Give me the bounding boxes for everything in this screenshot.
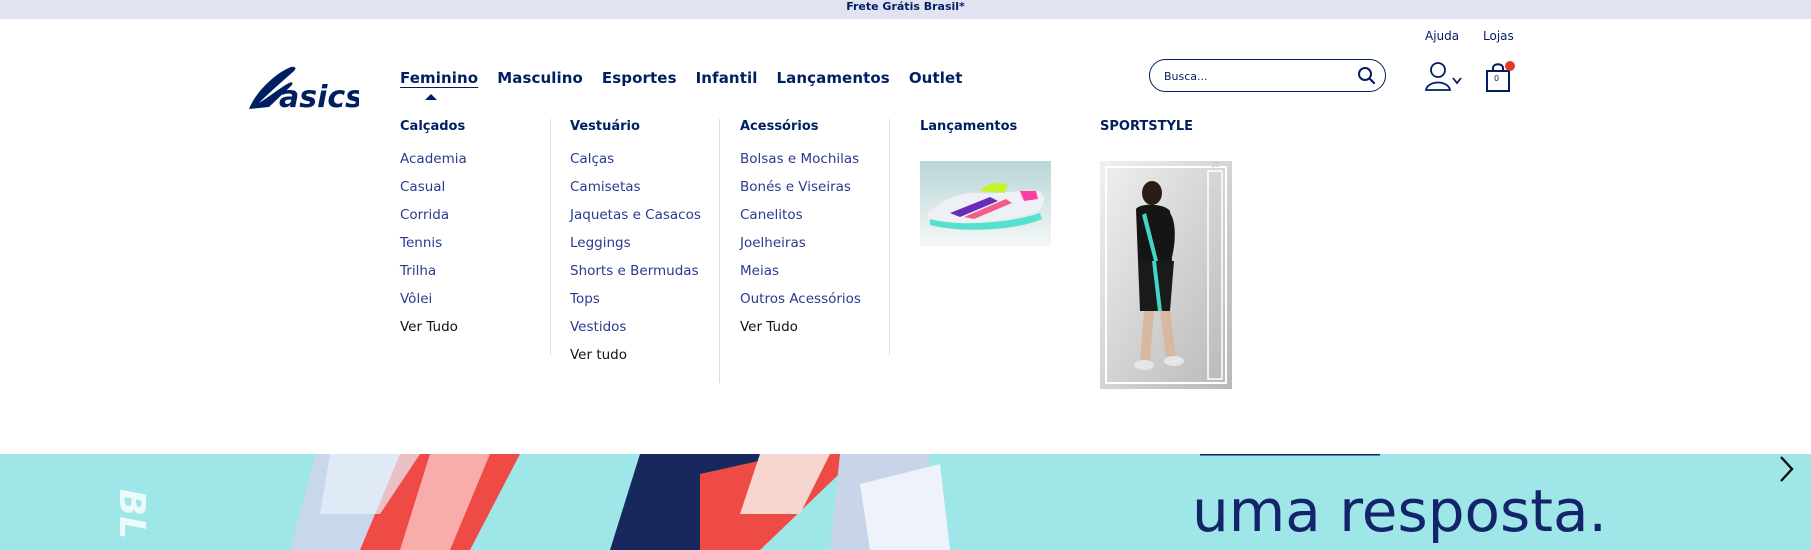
- menu-column-acessorios: Acessórios Bolsas e Mochilas Bonés e Vis…: [740, 119, 861, 346]
- site-header: asics Feminino Masculino Esportes Infant…: [0, 19, 1811, 454]
- chevron-down-icon: [1452, 77, 1462, 85]
- menu-link-vestidos[interactable]: Vestidos: [570, 318, 701, 346]
- menu-link-joelheiras[interactable]: Joelheiras: [740, 234, 861, 262]
- menu-title-lancamentos[interactable]: Lançamentos: [920, 119, 1017, 134]
- menu-title-sportstyle[interactable]: SPORTSTYLE: [1100, 119, 1193, 134]
- menu-divider: [889, 119, 890, 355]
- main-nav: Feminino Masculino Esportes Infantil Lan…: [400, 69, 982, 87]
- menu-link-casual[interactable]: Casual: [400, 178, 467, 206]
- cart-badge-dot: [1505, 61, 1515, 71]
- menu-column-calcados: Calçados Academia Casual Corrida Tennis …: [400, 119, 467, 346]
- menu-column-lancamentos: Lançamentos: [920, 119, 1017, 150]
- search-icon[interactable]: [1357, 66, 1376, 85]
- search-input[interactable]: [1164, 67, 1354, 85]
- cart-button[interactable]: 0: [1484, 61, 1515, 93]
- chevron-right-icon[interactable]: [1775, 454, 1797, 484]
- menu-link-bolsas[interactable]: Bolsas e Mochilas: [740, 150, 861, 178]
- menu-link-ver-tudo-calcados[interactable]: Ver Tudo: [400, 318, 467, 346]
- menu-title-vestuario[interactable]: Vestuário: [570, 119, 701, 134]
- cart-count: 0: [1494, 74, 1500, 83]
- menu-column-sportstyle: SPORTSTYLE: [1100, 119, 1193, 150]
- menu-link-volei[interactable]: Vôlei: [400, 290, 467, 318]
- menu-link-camisetas[interactable]: Camisetas: [570, 178, 701, 206]
- menu-link-bones[interactable]: Bonés e Viseiras: [740, 178, 861, 206]
- nav-item-outlet[interactable]: Outlet: [909, 69, 963, 87]
- user-icon: [1424, 62, 1462, 91]
- hero-headline: uma resposta.: [1192, 477, 1607, 545]
- menu-title-acessorios[interactable]: Acessórios: [740, 119, 861, 134]
- menu-link-trilha[interactable]: Trilha: [400, 262, 467, 290]
- nav-item-masculino[interactable]: Masculino: [497, 69, 583, 87]
- sportstyle-image[interactable]: SPORTSTYLE: [1100, 120, 1232, 389]
- promo-bar: Frete Grátis Brasil*: [0, 0, 1811, 19]
- account-menu[interactable]: [1424, 61, 1467, 91]
- menu-link-jaquetas[interactable]: Jaquetas e Casacos: [570, 206, 701, 234]
- menu-link-corrida[interactable]: Corrida: [400, 206, 467, 234]
- search-box: [1149, 59, 1386, 92]
- menu-link-tops[interactable]: Tops: [570, 290, 701, 318]
- promo-text: Frete Grátis Brasil*: [846, 0, 965, 13]
- nav-item-infantil[interactable]: Infantil: [696, 69, 758, 87]
- svg-text:SPORTSTYLE: SPORTSTYLE: [1209, 161, 1222, 250]
- nav-item-feminino[interactable]: Feminino: [400, 69, 478, 87]
- svg-text:BL: BL: [111, 489, 152, 539]
- menu-link-tennis[interactable]: Tennis: [400, 234, 467, 262]
- menu-link-ver-tudo-vestuario[interactable]: Ver tudo: [570, 346, 701, 374]
- menu-divider: [719, 119, 720, 383]
- help-link[interactable]: Ajuda: [1425, 29, 1459, 43]
- hero-banner[interactable]: BL uma resposta.: [0, 454, 1811, 550]
- svg-text:asics: asics: [279, 80, 359, 113]
- menu-link-academia[interactable]: Academia: [400, 150, 467, 178]
- lancamentos-shoe-image[interactable]: [920, 161, 1051, 246]
- active-nav-caret: [425, 94, 437, 100]
- menu-title-calcados[interactable]: Calçados: [400, 119, 467, 134]
- menu-link-outros[interactable]: Outros Acessórios: [740, 290, 861, 318]
- stores-link[interactable]: Lojas: [1483, 29, 1514, 43]
- menu-link-ver-tudo-acessorios[interactable]: Ver Tudo: [740, 318, 861, 346]
- nav-item-esportes[interactable]: Esportes: [602, 69, 677, 87]
- menu-link-leggings[interactable]: Leggings: [570, 234, 701, 262]
- menu-link-canelitos[interactable]: Canelitos: [740, 206, 861, 234]
- nav-item-lancamentos[interactable]: Lançamentos: [776, 69, 889, 87]
- menu-column-vestuario: Vestuário Calças Camisetas Jaquetas e Ca…: [570, 119, 701, 374]
- menu-link-shorts[interactable]: Shorts e Bermudas: [570, 262, 701, 290]
- asics-logo[interactable]: asics: [245, 53, 359, 113]
- menu-divider: [550, 119, 551, 355]
- menu-link-meias[interactable]: Meias: [740, 262, 861, 290]
- menu-link-calcas[interactable]: Calças: [570, 150, 701, 178]
